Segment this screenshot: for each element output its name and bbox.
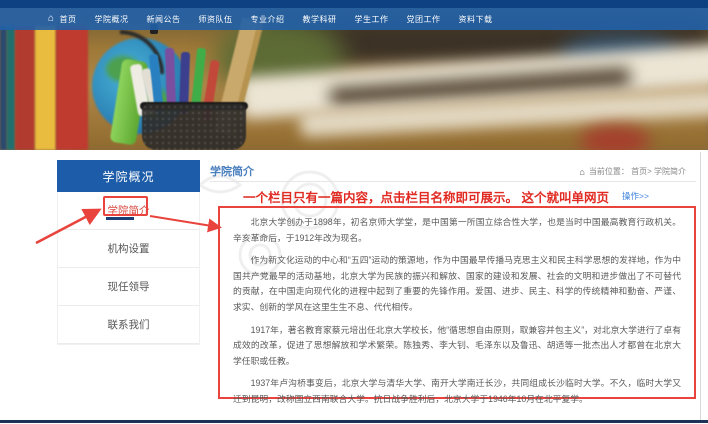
sidebar: 学院概况 学院简介机构设置现任领导联系我们 [57,160,200,345]
nav-item-7[interactable]: 党团工作 [407,14,441,25]
nav-item-8[interactable]: 资料下载 [459,14,493,25]
nav-item-3[interactable]: 师资队伍 [199,14,233,25]
sidebar-item-3[interactable]: 联系我们 [58,306,199,344]
footer-bar [0,420,708,423]
sidebar-item-1[interactable]: 机构设置 [58,230,199,268]
active-item-underline [106,217,134,220]
sidebar-item-2[interactable]: 现任领导 [58,268,199,306]
nav-item-1[interactable]: 学院概况 [95,14,129,25]
action-link[interactable]: 操作>> [622,190,649,202]
article-paragraph-2: 作为新文化运动的中心和“五四”运动的策源地，作为中国最早传播马克思主义和民主科学… [233,253,681,315]
page-right-border [700,152,701,420]
nav-item-2[interactable]: 新闻公告 [147,14,181,25]
top-strip [0,0,708,8]
breadcrumb-path[interactable]: 首页> 学院简介 [631,166,686,177]
article-paragraph-4: 1937年卢沟桥事变后，北京大学与清华大学、南开大学南迁长沙，共同组成长沙临时大… [233,376,681,407]
page: ⌂首页学院概况新闻公告师资队伍专业介绍教学科研学生工作党团工作资料下载 学院概况… [0,0,708,424]
nav-item-5[interactable]: 教学科研 [303,14,337,25]
book-spine [0,26,7,150]
nav-item-4[interactable]: 专业介绍 [251,14,285,25]
article-paragraph-1: 北京大学创办于1898年，初名京师大学堂，是中国第一所国立综合性大学，也是当时中… [233,215,681,246]
banner-apple-blur [580,126,650,150]
home-icon: ⌂ [48,14,55,24]
pencil-cup [142,104,246,150]
annotation-rectangle [103,196,148,216]
book-spine [35,26,56,150]
sidebar-title: 学院概况 [57,160,200,192]
home-icon: ⌂ [579,167,584,177]
book-spine [56,26,88,150]
nav-item-6[interactable]: 学生工作 [355,14,389,25]
book-spine [15,26,35,150]
article-annotation-box: 北京大学创办于1898年，初名京师大学堂，是中国第一所国立综合性大学，也是当时中… [218,206,696,399]
annotation-headline: 一个栏目只有一篇内容，点击栏目名称即可展示。 这个就叫单网页 [243,187,609,206]
book-spine [7,26,15,150]
breadcrumb-prefix: 当前位置： [589,166,629,177]
title-divider [210,181,696,182]
main-navigation: ⌂首页 学院概况 新闻公告 师资队伍 专业介绍 教学科研 学生工作 党团工作 资料下载 [0,8,708,30]
article-paragraph-3: 1917年，著名教育家蔡元培出任北京大学校长，他“循思想自由原则，取兼容并包主义… [233,323,681,370]
breadcrumb[interactable]: ⌂ 当前位置： 首页> 学院简介 [579,166,686,177]
page-title: 学院简介 [210,163,254,179]
nav-item-home[interactable]: ⌂首页 [48,14,77,25]
